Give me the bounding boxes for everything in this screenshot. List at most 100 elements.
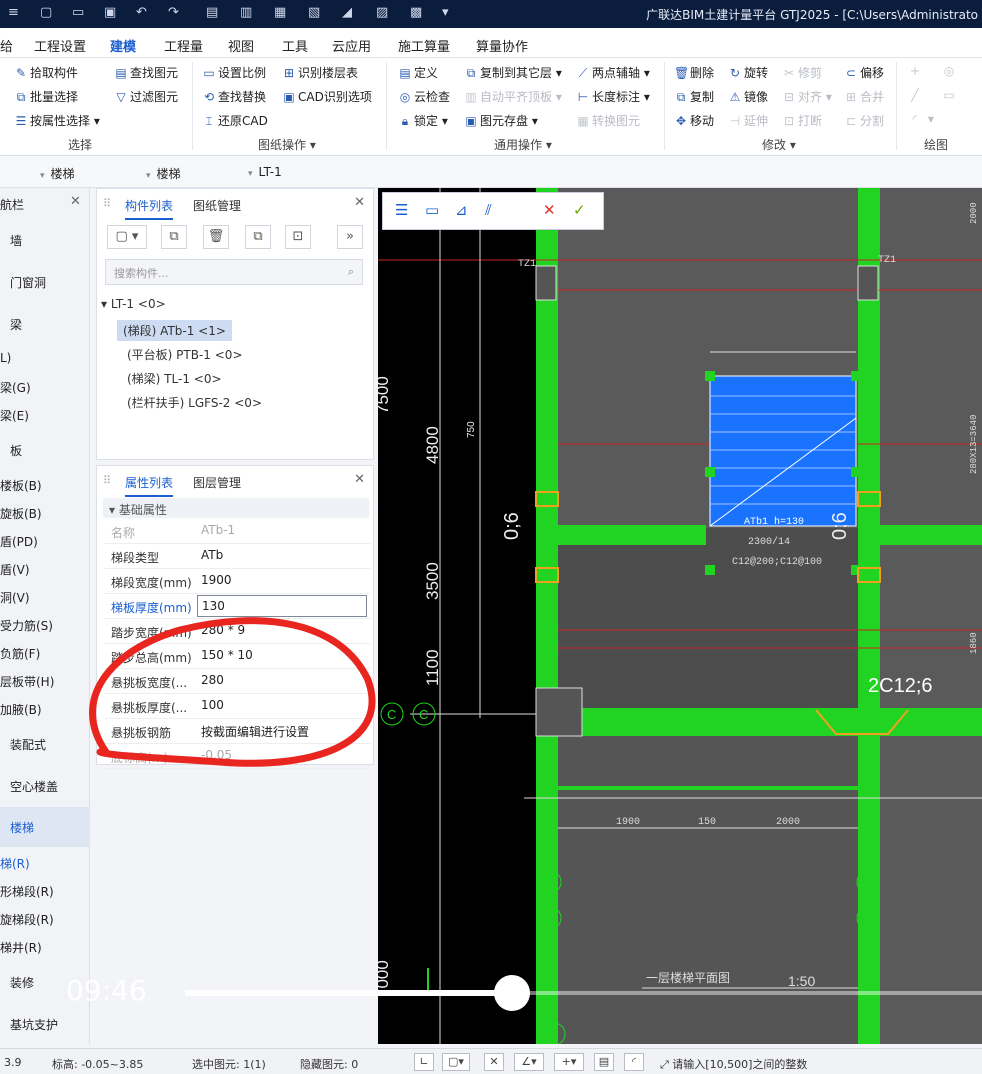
break-button[interactable]: ⊡ 打断 [782, 112, 822, 129]
tree-root[interactable]: ▾ LT-1 <0> [101, 297, 166, 311]
menu-quantities[interactable]: 工程量 [164, 36, 203, 55]
angle-icon[interactable]: ∠▾ [514, 1053, 544, 1071]
tab-layer-management[interactable]: 图层管理 [193, 474, 241, 491]
copy-to-other-floor-button[interactable]: ⧉ 复制到其它层 ▾ [464, 64, 562, 81]
nav-subitem[interactable]: 盾(PD) [0, 533, 38, 550]
rotate-button[interactable]: ↻ 旋转 [728, 64, 768, 81]
property-section[interactable]: ▾ 基础属性 [103, 498, 369, 518]
nav-subitem[interactable]: 加腋(B) [0, 701, 42, 718]
copy-button[interactable]: ⧉ 复制 [674, 88, 714, 105]
quick-tool-icon-2[interactable]: ▥ [240, 5, 252, 20]
grip-handle[interactable] [851, 467, 861, 477]
draw-arc-button[interactable]: ◜ ▾ [908, 112, 934, 126]
railing-icon[interactable]: ⊿ [455, 201, 468, 219]
nav-item-prefab[interactable]: 装配式 [10, 736, 46, 753]
find-element-button[interactable]: ▤ 查找图元 [114, 64, 178, 81]
convert-element-button[interactable]: ▦ 转换图元 [576, 112, 640, 129]
draw-line-button[interactable]: ╱ [908, 88, 924, 102]
select-by-property-button[interactable]: ☰ 按属性选择 ▾ [14, 112, 100, 129]
confirm-icon[interactable]: ✓ [573, 201, 586, 219]
grip-handle[interactable] [705, 565, 715, 575]
menu-tools[interactable]: 工具 [282, 36, 308, 55]
snap-icon[interactable]: ▢▾ [442, 1053, 470, 1071]
video-progress-knob[interactable] [494, 975, 530, 1011]
drawing-group-label[interactable]: 图纸操作 ▾ [258, 136, 316, 153]
tab-drawing-management[interactable]: 图纸管理 [193, 197, 241, 214]
new-file-icon[interactable]: ▢ [40, 5, 52, 20]
nav-item-hollow-floor[interactable]: 空心楼盖 [10, 778, 58, 795]
restore-cad-button[interactable]: ⌶ 还原CAD [202, 112, 267, 129]
nav-subitem[interactable]: 梯井(R) [0, 939, 42, 956]
nav-item-foundation-pit[interactable]: 基坑支护 [10, 1016, 58, 1033]
nav-subitem[interactable]: L) [0, 351, 11, 365]
menu-view[interactable]: 视图 [228, 36, 254, 55]
close-icon[interactable]: ✕ [354, 472, 365, 487]
delete-button[interactable]: 🗑︎删除 [674, 64, 714, 81]
nav-subitem[interactable]: 层板带(H) [0, 673, 54, 690]
menu-collaboration[interactable]: 算量协作 [476, 36, 528, 55]
app-menu-icon[interactable]: ≡ [8, 5, 19, 20]
common-group-label[interactable]: 通用操作 ▾ [494, 136, 552, 153]
customize-chevron-icon[interactable]: ▾ [442, 5, 449, 20]
merge-button[interactable]: ⊞ 合并 [844, 88, 884, 105]
cad-options-button[interactable]: ▣ CAD识别选项 [282, 88, 372, 105]
tab-component-list[interactable]: 构件列表 [125, 197, 174, 220]
draw-rect-button[interactable]: ▭ [942, 88, 958, 102]
menu-modeling[interactable]: 建模 [110, 36, 137, 60]
auto-align-top-button[interactable]: ▥ 自动平齐顶板 ▾ [464, 88, 562, 105]
nav-item-door-window[interactable]: 门窗洞 [10, 274, 46, 291]
nav-subitem[interactable]: 盾(V) [0, 561, 30, 578]
menu-start[interactable]: 给 [0, 36, 13, 55]
find-replace-button[interactable]: ⟲ 查找替换 [202, 88, 266, 105]
lock-button[interactable]: 🔒︎ 锁定 ▾ [398, 112, 448, 129]
save-element-button[interactable]: ▣ 图元存盘 ▾ [464, 112, 538, 129]
grip-handle[interactable] [705, 371, 715, 381]
menu-project-settings[interactable]: 工程设置 [34, 36, 86, 55]
extend-button[interactable]: ⊣ 延伸 [728, 112, 768, 129]
move-button[interactable]: ✥ 移动 [674, 112, 714, 129]
align-button[interactable]: ⊟ 对齐 ▾ [782, 88, 832, 105]
draw-circle-button[interactable]: ◎ [942, 64, 958, 78]
quick-tool-icon-6[interactable]: ▨ [376, 5, 388, 20]
object-snap-icon[interactable]: ✕ [484, 1053, 504, 1071]
nav-subitem[interactable]: 形梯段(R) [0, 883, 54, 900]
nav-subitem[interactable]: 楼板(B) [0, 477, 42, 494]
redo-icon[interactable]: ↷ [168, 5, 179, 20]
tree-item[interactable]: (梯梁) TL-1 <0> [127, 370, 222, 387]
tree-item-selected[interactable]: (梯段) ATb-1 <1> [117, 320, 232, 341]
quick-tool-icon-7[interactable]: ▩ [410, 5, 422, 20]
grip-handle[interactable] [851, 565, 861, 575]
nav-item-stair[interactable]: 楼梯 [0, 807, 90, 847]
menu-construction[interactable]: 施工算量 [398, 36, 450, 55]
undo-icon[interactable]: ↶ [136, 5, 147, 20]
open-folder-icon[interactable]: ▭ [72, 5, 84, 20]
copy-component-icon[interactable]: ⧉ [161, 225, 187, 249]
tree-item[interactable]: (平台板) PTB-1 <0> [127, 346, 243, 363]
import-icon[interactable]: ⊡ [285, 225, 311, 249]
tree-item[interactable]: (栏杆扶手) LGFS-2 <0> [127, 394, 262, 411]
drag-handle-icon[interactable]: ⠿ [103, 197, 111, 210]
thickness-field[interactable]: 130 [197, 595, 367, 617]
mirror-button[interactable]: ⚠ 镜像 [728, 88, 768, 105]
set-scale-button[interactable]: ▭ 设置比例 [202, 64, 266, 81]
drag-handle-icon[interactable]: ⠿ [103, 474, 111, 487]
nav-subitem[interactable]: 梁(G) [0, 379, 31, 396]
menu-cloud[interactable]: 云应用 [332, 36, 371, 55]
nav-item-beam[interactable]: 梁 [10, 316, 22, 333]
nav-subitem[interactable]: 旋板(B) [0, 505, 42, 522]
delete-component-icon[interactable]: 🗑︎ [203, 225, 229, 249]
nav-item-decoration[interactable]: 装修 [10, 974, 34, 991]
nav-subitem[interactable]: 梁(E) [0, 407, 29, 424]
nav-subitem[interactable]: 负筋(F) [0, 645, 40, 662]
nav-subitem[interactable]: 受力筋(S) [0, 617, 53, 634]
define-button[interactable]: ▤ 定义 [398, 64, 438, 81]
quick-tool-icon-5[interactable]: ◢ [342, 5, 352, 20]
tab-property-list[interactable]: 属性列表 [125, 474, 174, 497]
property-icon[interactable]: ▤ [594, 1053, 614, 1071]
grip-handle[interactable] [851, 371, 861, 381]
nav-subitem[interactable]: 洞(V) [0, 589, 30, 606]
drawing-canvas[interactable]: 7500 4800 3500 1100 7000 750 TZ1 TZ1 0;6… [378, 188, 982, 1044]
filter-element-button[interactable]: ▽ 过滤图元 [114, 88, 178, 105]
nav-item-wall[interactable]: 墙 [10, 232, 22, 249]
nav-item-slab[interactable]: 板 [10, 442, 22, 459]
